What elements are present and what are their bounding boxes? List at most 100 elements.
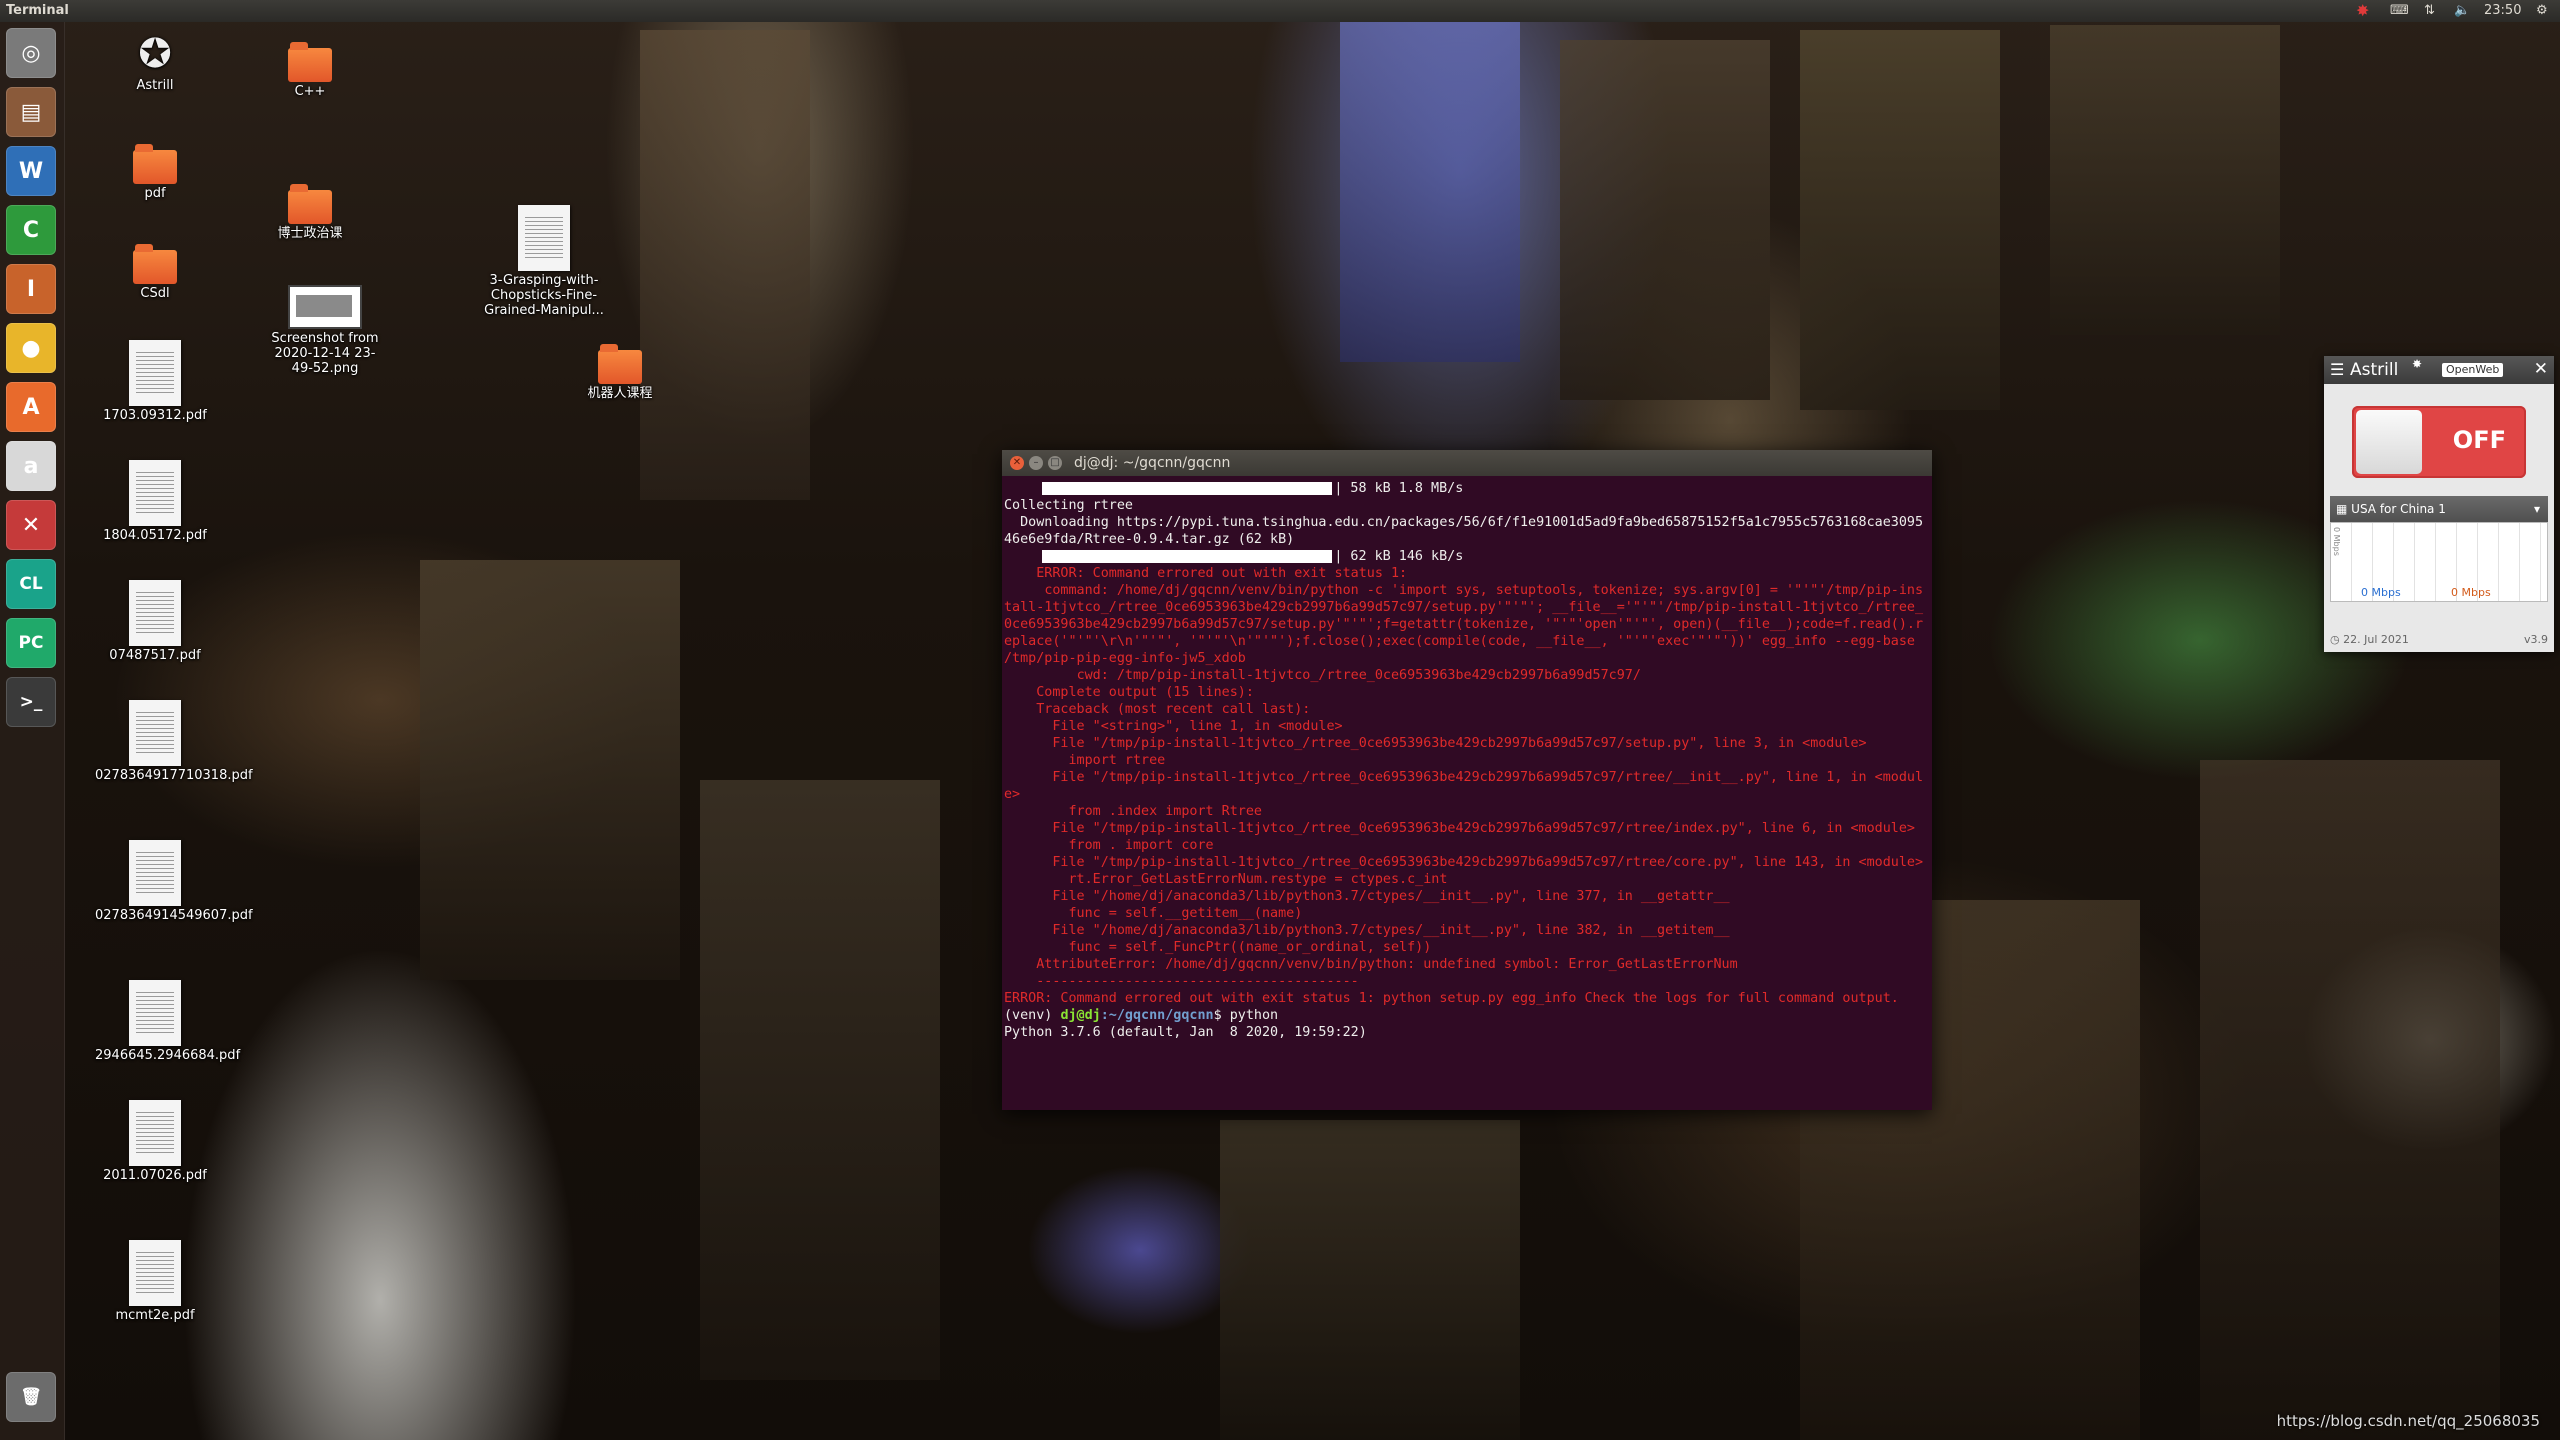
ubuntu-dash-icon[interactable]: ◎ <box>6 28 56 78</box>
chrome-icon[interactable]: ● <box>6 323 56 373</box>
volume-icon[interactable]: 🔈 <box>2454 2 2470 20</box>
clock[interactable]: 23:50 <box>2484 2 2521 20</box>
pdf-0278-1[interactable]: 0278364917710318.pdf <box>95 700 253 783</box>
progress-bar <box>1042 481 1333 495</box>
terminal-line: rt.Error_GetLastErrorNum.restype = ctype… <box>1004 872 1448 887</box>
building <box>420 560 680 980</box>
document-icon <box>129 1100 181 1166</box>
pdf-1804[interactable]: 1804.05172.pdf <box>95 460 215 543</box>
writer-icon[interactable]: W <box>6 146 56 196</box>
desktop-icon-label: 0278364914549607.pdf <box>95 908 253 923</box>
pdf-0278-2[interactable]: 0278364914549607.pdf <box>95 840 253 923</box>
terminal-line: | 58 kB 1.8 MB/s <box>1004 480 1930 497</box>
desktop-icon-label: Astrill <box>136 78 174 93</box>
amazon-icon[interactable]: a <box>6 441 56 491</box>
software-center-icon[interactable]: A <box>6 382 56 432</box>
astrill-date: 22. Jul 2021 <box>2343 633 2409 646</box>
terminal-line: (venv) dj@dj:~/gqcnn/gqcnn$ python <box>1004 1008 1279 1023</box>
terminal-line: File "/tmp/pip-install-1tjvtco_/rtree_0c… <box>1004 736 1867 751</box>
astrill-widget[interactable]: ☰ Astrill ✸ OpenWeb ✕ OFF ▦ USA for Chin… <box>2324 356 2554 652</box>
download-rate: 0 Mbps <box>2361 586 2401 599</box>
terminal-line: File "/tmp/pip-install-1tjvtco_/rtree_0c… <box>1004 770 1924 802</box>
keyboard-icon[interactable]: ⌨ <box>2390 2 2409 20</box>
desktop-icon-label: 机器人课程 <box>587 386 653 401</box>
terminal-line: func = self._FuncPtr((name_or_ordinal, s… <box>1004 940 1432 955</box>
terminal-line: command: /home/dj/gqcnn/venv/bin/python … <box>1004 583 1924 666</box>
terminal-line: ---------------------------------------- <box>1004 974 1359 989</box>
pdf-07487[interactable]: 07487517.pdf <box>95 580 215 663</box>
system-settings-icon[interactable]: ✕ <box>6 500 56 550</box>
screenshot-file[interactable]: Screenshot from 2020-12-14 23-49-52.png <box>265 285 385 376</box>
astrill-header: ☰ Astrill ✸ OpenWeb ✕ <box>2324 356 2554 384</box>
desktop-icon-label: CSdl <box>140 286 170 301</box>
terminal-line: File "<string>", line 1, in <module> <box>1004 719 1343 734</box>
document-icon <box>129 840 181 906</box>
terminal-window[interactable]: ✕ – □ dj@dj: ~/gqcnn/gqcnn | 58 kB 1.8 M… <box>1002 450 1932 1110</box>
folder-icon <box>133 244 177 284</box>
astrill-version: v3.9 <box>2523 633 2548 646</box>
terminal-line: func = self.__getitem__(name) <box>1004 906 1303 921</box>
terminal-line: AttributeError: /home/dj/gqcnn/venv/bin/… <box>1004 957 1738 972</box>
close-icon[interactable]: ✕ <box>2534 359 2548 379</box>
terminal-icon[interactable]: >_ <box>6 677 56 727</box>
terminal-line: ERROR: Command errored out with exit sta… <box>1004 566 1408 581</box>
grasping-file[interactable]: 3-Grasping-with-Chopsticks-Fine-Grained-… <box>484 205 604 318</box>
folder-robot[interactable]: 机器人课程 <box>560 344 680 401</box>
pycharm-icon[interactable]: PC <box>6 618 56 668</box>
terminal-titlebar[interactable]: ✕ – □ dj@dj: ~/gqcnn/gqcnn <box>1002 450 1932 476</box>
astrill-star-icon: ✪ <box>138 31 172 77</box>
files-icon[interactable]: ▤ <box>6 87 56 137</box>
close-icon[interactable]: ✕ <box>1010 456 1024 470</box>
impress-icon[interactable]: I <box>6 264 56 314</box>
folder-icon <box>288 42 332 82</box>
astrill-tray-icon[interactable]: ✸ <box>2356 2 2369 20</box>
terminal-line: | 62 kB 146 kB/s <box>1004 548 1930 565</box>
document-icon <box>129 340 181 406</box>
terminal-output[interactable]: | 58 kB 1.8 MB/s Collecting rtree Downloa… <box>1002 476 1932 1041</box>
building <box>1560 40 1770 400</box>
server-select[interactable]: ▦ USA for China 1 ▾ <box>2330 496 2548 522</box>
document-icon <box>129 980 181 1046</box>
trash-icon[interactable]: 🗑 <box>6 1372 56 1422</box>
desktop-icon-label: C++ <box>294 84 326 99</box>
us-flag-icon: ▦ <box>2336 502 2348 516</box>
pdf-2946[interactable]: 2946645.2946684.pdf <box>95 980 241 1063</box>
menu-icon[interactable]: ☰ <box>2330 360 2344 379</box>
folder-pdf[interactable]: pdf <box>95 144 215 201</box>
terminal-line: Traceback (most recent call last): <box>1004 702 1311 717</box>
settings-gear-icon[interactable]: ⚙ <box>2536 2 2548 20</box>
document-icon <box>518 205 570 271</box>
pdf-1703[interactable]: 1703.09312.pdf <box>95 340 215 423</box>
document-icon <box>129 580 181 646</box>
toggle-state-label: OFF <box>2452 426 2506 454</box>
astrill-desktop-icon[interactable]: ✪ Astrill <box>95 32 215 93</box>
calc-icon[interactable]: C <box>6 205 56 255</box>
pdf-2011[interactable]: 2011.07026.pdf <box>95 1100 215 1183</box>
folder-csdl[interactable]: CSdl <box>95 244 215 301</box>
upload-rate: 0 Mbps <box>2451 586 2491 599</box>
pdf-mcmt[interactable]: mcmt2e.pdf <box>95 1240 215 1323</box>
folder-icon <box>598 344 642 384</box>
folder-cpp[interactable]: C++ <box>250 42 370 99</box>
top-panel: Terminal ✸ ⌨ ⇅ 🔈 23:50 ⚙ <box>0 0 2560 22</box>
building <box>700 780 940 1380</box>
terminal-line: File "/home/dj/anaconda3/lib/python3.7/c… <box>1004 923 1730 938</box>
maximize-icon[interactable]: □ <box>1048 456 1062 470</box>
document-icon <box>129 460 181 526</box>
network-icon[interactable]: ⇅ <box>2424 2 2435 20</box>
minimize-icon[interactable]: – <box>1029 456 1043 470</box>
desktop-icon-label: pdf <box>144 186 166 201</box>
server-name: USA for China 1 <box>2351 502 2446 516</box>
terminal-line: File "/tmp/pip-install-1tjvtco_/rtree_0c… <box>1004 821 1915 836</box>
terminal-title: dj@dj: ~/gqcnn/gqcnn <box>1074 455 1231 471</box>
active-window-title: Terminal <box>6 3 69 18</box>
desktop-icon-label: 2946645.2946684.pdf <box>95 1048 241 1063</box>
folder-politics[interactable]: 博士政治课 <box>250 184 370 241</box>
desktop-icon-label: 2011.07026.pdf <box>103 1168 207 1183</box>
progress-bar <box>1042 549 1333 563</box>
desktop-icon-label: 07487517.pdf <box>109 648 201 663</box>
vpn-toggle[interactable]: OFF <box>2352 406 2526 478</box>
clion-icon[interactable]: CL <box>6 559 56 609</box>
openweb-dropdown[interactable]: OpenWeb <box>2442 363 2504 377</box>
terminal-line: Complete output (15 lines): <box>1004 685 1254 700</box>
